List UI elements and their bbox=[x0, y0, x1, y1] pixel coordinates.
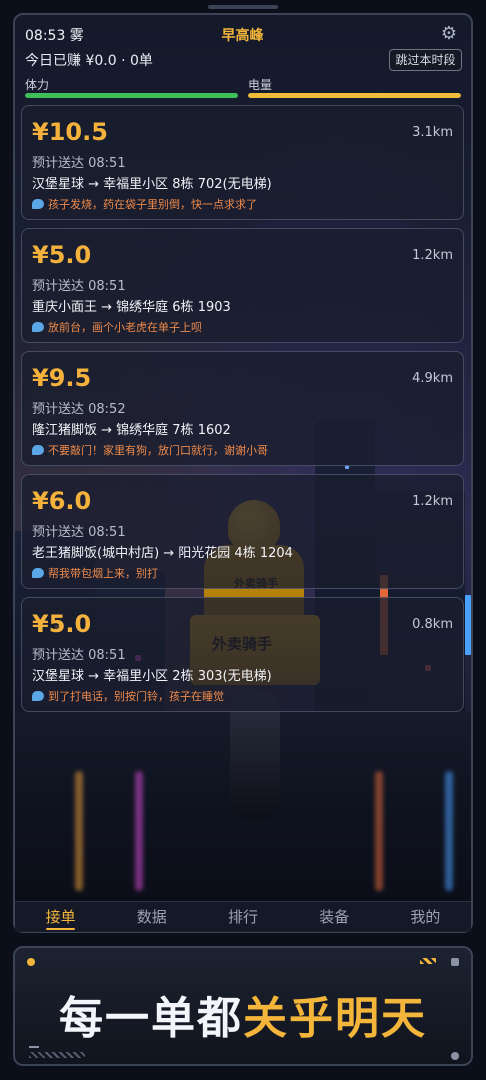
top-notch bbox=[208, 5, 278, 9]
battery-bar bbox=[248, 93, 461, 98]
order-card[interactable]: ¥5.0 0.8km 预计送达 08:51 汉堡星球 → 幸福里小区 2栋 30… bbox=[21, 597, 464, 712]
earnings-text: 今日已赚 ¥0.0 · 0单 bbox=[25, 53, 153, 69]
slogan-part-1: 每一单都 bbox=[59, 993, 243, 1044]
order-price: ¥9.5 bbox=[32, 364, 92, 392]
stripe-decoration bbox=[29, 1052, 85, 1058]
order-note: 孩子发烧，药在袋子里别倒，快一点求求了 bbox=[32, 196, 257, 212]
order-note: 到了打电话，别按门铃，孩子在睡觉 bbox=[32, 688, 224, 704]
order-eta: 预计送达 08:52 bbox=[32, 402, 126, 417]
order-card[interactable]: ¥9.5 4.9km 预计送达 08:52 隆江猪脚饭 → 锦绣华庭 7栋 16… bbox=[21, 351, 464, 466]
tab-stats[interactable]: 数据 bbox=[106, 902, 197, 932]
slogan-part-2: 关乎明天 bbox=[243, 993, 427, 1044]
chat-bubble-icon bbox=[32, 445, 44, 455]
order-route: 隆江猪脚饭 → 锦绣华庭 7栋 1602 bbox=[32, 423, 231, 438]
stamina-label: 体力 bbox=[25, 78, 50, 92]
order-price: ¥10.5 bbox=[32, 118, 108, 146]
order-route: 汉堡星球 → 幸福里小区 8栋 702(无电梯) bbox=[32, 177, 272, 192]
slogan-text: 每一单都关乎明天 bbox=[15, 982, 471, 1046]
order-route: 老王猪脚饭(城中村店) → 阳光花园 4栋 1204 bbox=[32, 546, 293, 561]
tab-equipment[interactable]: 装备 bbox=[289, 902, 380, 932]
period-title: 早高峰 bbox=[221, 28, 264, 44]
battery-icon bbox=[451, 958, 459, 966]
tab-profile[interactable]: 我的 bbox=[380, 902, 471, 932]
corner-dot-icon bbox=[451, 1052, 459, 1060]
order-note: 放前台，画个小老虎在单子上呗 bbox=[32, 319, 202, 335]
order-price: ¥6.0 bbox=[32, 487, 92, 515]
order-card[interactable]: ¥10.5 3.1km 预计送达 08:51 汉堡星球 → 幸福里小区 8栋 7… bbox=[21, 105, 464, 220]
chat-bubble-icon bbox=[32, 691, 44, 701]
order-distance: 1.2km bbox=[412, 248, 453, 263]
order-eta: 预计送达 08:51 bbox=[32, 648, 126, 663]
chat-bubble-icon bbox=[32, 199, 44, 209]
slogan-banner: 每一单都关乎明天 bbox=[13, 946, 473, 1066]
gear-icon[interactable]: ⚙ bbox=[438, 23, 460, 45]
hazard-stripe-icon bbox=[420, 958, 436, 964]
order-card[interactable]: ¥6.0 1.2km 预计送达 08:51 老王猪脚饭(城中村店) → 阳光花园… bbox=[21, 474, 464, 589]
order-route: 重庆小面王 → 锦绣华庭 6栋 1903 bbox=[32, 300, 231, 315]
time-weather: 08:53 雾 bbox=[25, 28, 84, 44]
stamina-bar bbox=[25, 93, 238, 98]
order-distance: 3.1km bbox=[412, 125, 453, 140]
chat-bubble-icon bbox=[32, 568, 44, 578]
order-route: 汉堡星球 → 幸福里小区 2栋 303(无电梯) bbox=[32, 669, 272, 684]
corner-dot-icon bbox=[27, 958, 35, 966]
order-price: ¥5.0 bbox=[32, 241, 92, 269]
battery-label: 电量 bbox=[248, 78, 273, 92]
order-price: ¥5.0 bbox=[32, 610, 92, 638]
tab-orders[interactable]: 接单 bbox=[15, 902, 106, 932]
divider-dash bbox=[29, 1046, 39, 1048]
status-row: 08:53 雾 早高峰 ⚙ bbox=[25, 23, 460, 47]
order-distance: 4.9km bbox=[412, 371, 453, 386]
tab-ranking[interactable]: 排行 bbox=[197, 902, 288, 932]
order-distance: 0.8km bbox=[412, 617, 453, 632]
skip-period-button[interactable]: 跳过本时段 bbox=[389, 49, 462, 71]
order-card[interactable]: ¥5.0 1.2km 预计送达 08:51 重庆小面王 → 锦绣华庭 6栋 19… bbox=[21, 228, 464, 343]
chat-bubble-icon bbox=[32, 322, 44, 332]
bottom-tab-bar: 接单 数据 排行 装备 我的 bbox=[15, 901, 471, 932]
order-eta: 预计送达 08:51 bbox=[32, 279, 126, 294]
order-distance: 1.2km bbox=[412, 494, 453, 509]
order-eta: 预计送达 08:51 bbox=[32, 156, 126, 171]
order-note: 帮我带包烟上来，别打 bbox=[32, 565, 158, 581]
order-eta: 预计送达 08:51 bbox=[32, 525, 126, 540]
order-note: 不要敲门！家里有狗，放门口就行，谢谢小哥 bbox=[32, 442, 268, 458]
